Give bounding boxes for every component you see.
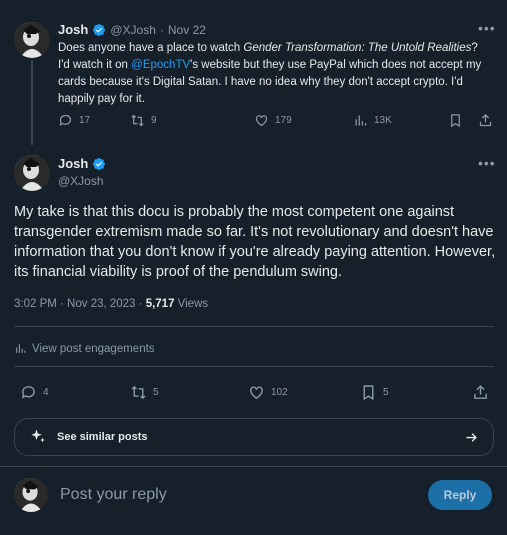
- parent-share-button[interactable]: [478, 113, 493, 128]
- main-more-icon[interactable]: •••: [478, 155, 496, 171]
- heart-icon: [255, 114, 268, 126]
- main-reply-button[interactable]: 4: [20, 384, 49, 401]
- main-author-name[interactable]: Josh: [58, 156, 88, 171]
- reply-icon: [21, 385, 35, 399]
- separator-dot: ·: [159, 22, 164, 37]
- main-like-button[interactable]: 102: [248, 384, 288, 401]
- views-count: 5,717: [145, 298, 175, 310]
- reply-icon: [59, 114, 72, 126]
- parent-bookmark-button[interactable]: [448, 113, 463, 128]
- verified-badge-icon: [93, 23, 106, 36]
- parent-tweet-text: Does anyone have a place to watch Gender…: [58, 42, 482, 105]
- parent-author-name[interactable]: Josh: [58, 22, 88, 37]
- share-icon: [474, 384, 487, 399]
- thread-line: [31, 60, 33, 145]
- see-similar-posts-button[interactable]: See similar posts: [14, 418, 494, 456]
- parent-header: Josh @XJosh · Nov 22: [58, 22, 206, 37]
- main-header: Josh: [58, 156, 106, 171]
- bookmark-icon: [451, 113, 460, 127]
- repost-icon: [131, 114, 144, 126]
- main-author-handle[interactable]: @XJosh: [58, 174, 104, 188]
- divider: [14, 366, 494, 367]
- analytics-icon: [16, 344, 26, 353]
- main-timestamp: 3:02 PM · Nov 23, 2023 · 5,717 Views: [14, 298, 209, 310]
- bookmark-icon: [363, 384, 374, 400]
- share-icon: [479, 113, 492, 126]
- parent-author-handle[interactable]: @XJosh: [110, 23, 156, 37]
- reply-avatar[interactable]: [14, 478, 48, 512]
- reply-input[interactable]: Post your reply: [60, 486, 167, 504]
- reply-button[interactable]: Reply: [428, 480, 492, 510]
- arrow-right-icon: [466, 432, 477, 442]
- repost-icon: [131, 385, 146, 399]
- view-engagements-link[interactable]: View post engagements: [14, 342, 155, 355]
- parent-repost-button[interactable]: 9: [130, 113, 157, 128]
- sparkle-icon: [31, 429, 45, 443]
- main-bookmark-button[interactable]: 5: [360, 384, 389, 401]
- parent-reply-button[interactable]: 17: [58, 113, 90, 128]
- heart-icon: [250, 385, 263, 399]
- main-actions: 4 5 102 5: [20, 382, 490, 402]
- parent-views-button[interactable]: 13K: [353, 113, 392, 128]
- main-repost-button[interactable]: 5: [130, 384, 159, 401]
- parent-like-button[interactable]: 179: [254, 113, 292, 128]
- parent-time[interactable]: Nov 22: [168, 23, 206, 37]
- main-avatar[interactable]: [14, 155, 50, 191]
- verified-badge-icon: [93, 157, 106, 170]
- parent-more-icon[interactable]: •••: [478, 20, 496, 36]
- epochtv-mention-link[interactable]: @EpochTV: [131, 59, 190, 71]
- views-chart-icon: [355, 115, 367, 125]
- divider: [14, 326, 494, 327]
- main-tweet-text: My take is that this docu is probably th…: [14, 204, 496, 280]
- main-share-button[interactable]: [472, 384, 489, 401]
- documentary-title: Gender Transformation: The Untold Realit…: [243, 42, 472, 54]
- divider: [0, 466, 507, 467]
- parent-avatar[interactable]: [14, 22, 50, 58]
